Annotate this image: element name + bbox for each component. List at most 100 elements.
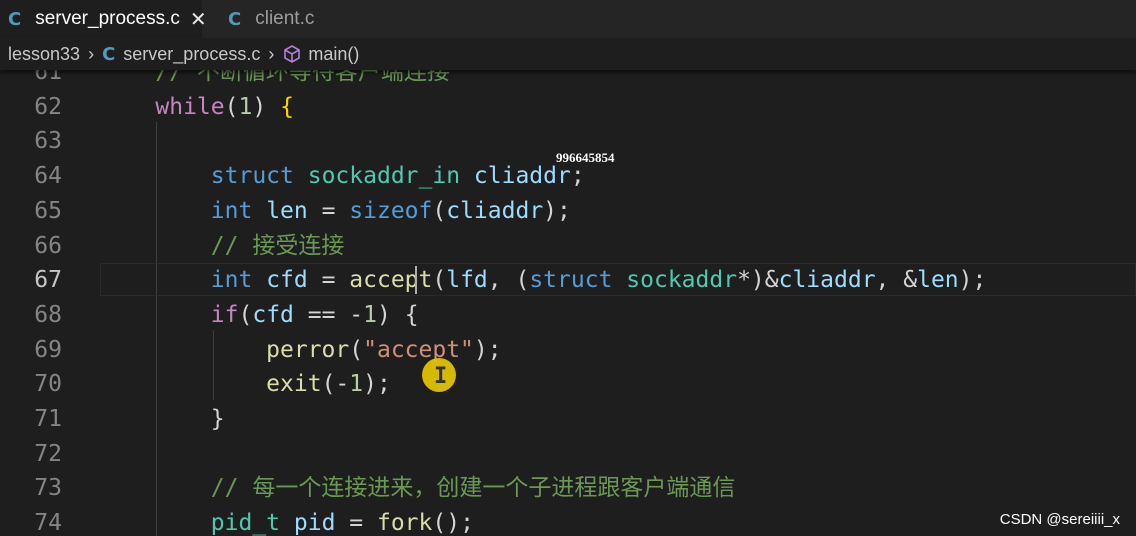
code-line[interactable]: 70 exit(-1);	[0, 367, 1136, 402]
code-line[interactable]: 71 }	[0, 402, 1136, 437]
line-number: 74	[34, 510, 62, 536]
code-text: exit(-1);	[100, 367, 391, 402]
breadcrumb-symbol[interactable]: main()	[308, 44, 359, 65]
code-token: ;	[570, 163, 585, 190]
tab-client[interactable]: C client.c	[204, 0, 376, 38]
line-number: 61	[34, 70, 62, 85]
code-text: struct sockaddr_in cliaddr;	[100, 159, 585, 194]
code-token: // 每一个连接进来，创建一个子进程跟客户端通信	[100, 475, 736, 502]
code-token: fork	[376, 510, 433, 536]
code-token: =	[307, 197, 350, 224]
watermark: CSDN @sereiiii_x	[999, 511, 1120, 528]
code-token: // 接受连接	[100, 232, 345, 259]
code-token: (	[349, 336, 364, 363]
code-token: );	[958, 267, 987, 294]
code-token: "accept"	[363, 336, 474, 363]
line-number: 62	[34, 93, 62, 120]
code-token: lfd	[446, 267, 488, 294]
code-token: int	[210, 267, 253, 294]
code-line[interactable]: 72	[0, 437, 1136, 472]
code-text: pid_t pid = fork();	[100, 506, 474, 536]
code-token: (-	[321, 371, 350, 398]
c-file-icon: C	[8, 8, 22, 30]
line-number: 72	[34, 440, 62, 467]
code-text: }	[100, 402, 225, 437]
code-token: , (	[487, 267, 530, 294]
line-number: 73	[34, 475, 62, 502]
code-line[interactable]: 67 int cfd = accept(lfd, (struct sockadd…	[0, 263, 1136, 298]
line-number: 67	[34, 267, 62, 294]
tab-server-process[interactable]: C server_process.c ✕	[0, 0, 207, 38]
line-number: 64	[34, 163, 62, 190]
code-token: accept	[349, 267, 433, 294]
code-token: // 不断循环等待客户端连接	[100, 70, 450, 85]
code-token: while	[155, 93, 225, 120]
code-text: int cfd = accept(lfd, (struct sockaddr*)…	[100, 263, 987, 298]
code-token: sockaddr	[626, 267, 738, 294]
code-line[interactable]: 65 int len = sizeof(cliaddr);	[0, 194, 1136, 229]
code-token: sockaddr_in	[307, 163, 461, 190]
code-token: }	[100, 406, 225, 432]
breadcrumb-file[interactable]: server_process.c	[123, 44, 260, 65]
code-token: );	[363, 371, 391, 398]
breadcrumb-folder[interactable]: lesson33	[8, 44, 80, 65]
code-text: int len = sizeof(cliaddr);	[100, 194, 571, 229]
code-token: (	[224, 93, 239, 120]
line-number: 69	[34, 336, 62, 363]
code-token: int	[210, 197, 253, 224]
code-token: *)&	[737, 267, 779, 294]
code-token: cliaddr	[778, 267, 876, 294]
line-number: 65	[34, 197, 62, 224]
code-token: );	[473, 336, 502, 363]
code-token: , &	[875, 267, 918, 294]
code-text: // 接受连接	[100, 229, 345, 264]
tab-label: client.c	[255, 8, 315, 29]
code-token: (	[238, 301, 253, 328]
code-token: pid	[293, 510, 336, 536]
chevron-right-icon: ›	[268, 43, 275, 64]
code-token: ) {	[377, 301, 419, 328]
line-number: 63	[34, 128, 62, 155]
code-token: (	[432, 197, 447, 224]
text-cursor-icon: I	[434, 364, 448, 389]
code-line[interactable]: 69 perror("accept");	[0, 333, 1136, 368]
chevron-right-icon: ›	[88, 43, 95, 64]
code-token: == -	[293, 301, 364, 328]
code-token: cfd	[252, 301, 294, 328]
code-text: while(1) {	[100, 90, 294, 125]
line-number: 68	[34, 301, 62, 328]
code-line[interactable]: 73 // 每一个连接进来，创建一个子进程跟客户端通信	[0, 471, 1136, 506]
tab-bar: C server_process.c ✕ C client.c	[0, 0, 1136, 38]
code-editor[interactable]: 61 // 不断循环等待客户端连接 62 while(1) {63 64 struc…	[0, 70, 1136, 536]
code-text: // 不断循环等待客户端连接	[100, 70, 450, 90]
code-token: 1	[363, 301, 377, 328]
code-token: 1	[349, 371, 364, 398]
method-cube-icon	[284, 45, 301, 63]
code-line[interactable]: 61 // 不断循环等待客户端连接	[0, 70, 1136, 90]
overlay-number: 996645854	[556, 150, 615, 165]
code-line[interactable]: 66 // 接受连接	[0, 229, 1136, 264]
code-token: {	[280, 93, 294, 120]
code-line[interactable]: 74 pid_t pid = fork();	[0, 506, 1136, 536]
code-token: sizeof	[349, 197, 433, 224]
code-line[interactable]: 62 while(1) {	[0, 90, 1136, 125]
code-token: ();	[432, 510, 474, 536]
tab-label: server_process.c	[35, 8, 180, 29]
code-token: len	[266, 197, 308, 224]
code-line[interactable]: 68 if(cfd == -1) {	[0, 298, 1136, 333]
text-caret	[415, 266, 417, 295]
code-token: struct	[529, 267, 613, 294]
code-token: (	[432, 267, 447, 294]
